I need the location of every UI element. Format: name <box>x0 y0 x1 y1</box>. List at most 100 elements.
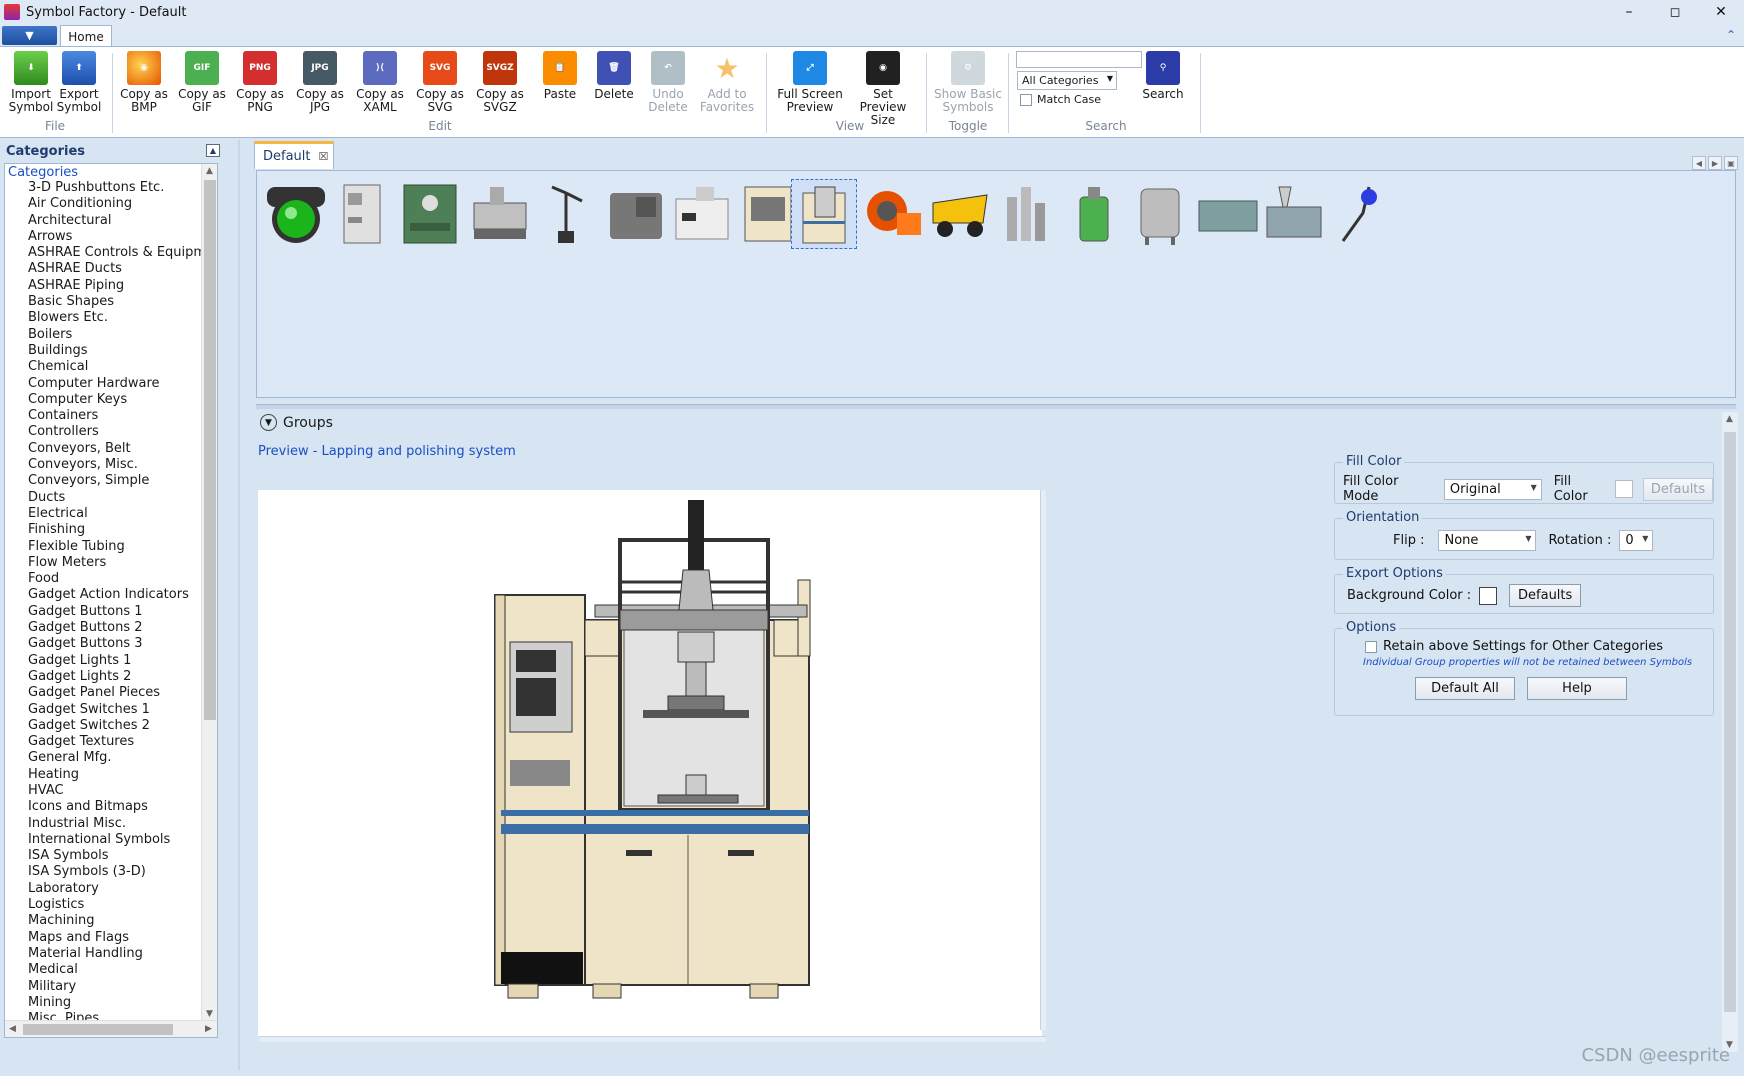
preview-horizontal-splitter[interactable] <box>260 1036 1046 1042</box>
category-item[interactable]: Architectural <box>5 213 217 229</box>
category-item[interactable]: Electrical <box>5 506 217 522</box>
fill-defaults-button[interactable]: Defaults <box>1643 477 1713 501</box>
category-item[interactable]: ASHRAE Piping <box>5 278 217 294</box>
close-icon[interactable]: ☒ <box>319 150 329 163</box>
search-input[interactable] <box>1016 51 1142 68</box>
scroll-thumb[interactable] <box>204 180 216 720</box>
categories-root-node[interactable]: Categories <box>5 164 217 180</box>
tab-home[interactable]: Home <box>60 25 112 48</box>
category-item[interactable]: Containers <box>5 408 217 424</box>
rotation-select[interactable]: 0 ▼ <box>1619 530 1654 551</box>
scroll-thumb[interactable] <box>1724 432 1736 1012</box>
category-item[interactable]: ISA Symbols (3-D) <box>5 864 217 880</box>
symbol-mixer[interactable] <box>1327 179 1393 249</box>
copy-png-button[interactable]: PNG Copy as PNG <box>234 51 286 114</box>
collapse-ribbon-icon[interactable]: ⌃ <box>1726 28 1736 42</box>
category-item[interactable]: Gadget Action Indicators <box>5 587 217 603</box>
category-item[interactable]: General Mfg. <box>5 750 217 766</box>
panel-splitter[interactable] <box>238 140 240 1070</box>
copy-gif-button[interactable]: GIF Copy as GIF <box>176 51 228 114</box>
category-item[interactable]: Medical <box>5 962 217 978</box>
category-item[interactable]: Gadget Textures <box>5 734 217 750</box>
symbol-dump-truck[interactable] <box>927 179 993 249</box>
arrow-left-icon[interactable]: ◀ <box>1692 156 1706 170</box>
category-item[interactable]: Air Conditioning <box>5 196 217 212</box>
match-case-checkbox[interactable]: Match Case <box>1020 93 1101 106</box>
help-button[interactable]: Help <box>1527 677 1627 700</box>
preview-vertical-scrollbar[interactable]: ▲ ▼ <box>1722 412 1738 1052</box>
symbol-steel-tank[interactable] <box>1127 179 1193 249</box>
symbol-refinery[interactable] <box>993 179 1059 249</box>
category-item[interactable]: Food <box>5 571 217 587</box>
symbol-lapping-polishing[interactable] <box>791 179 857 249</box>
category-item[interactable]: Machining <box>5 913 217 929</box>
symbol-injection-molder[interactable] <box>1261 179 1327 249</box>
category-item[interactable]: Gadget Lights 2 <box>5 669 217 685</box>
background-color-swatch[interactable] <box>1479 586 1498 605</box>
category-item[interactable]: Boilers <box>5 327 217 343</box>
category-item[interactable]: Gadget Switches 1 <box>5 702 217 718</box>
category-item[interactable]: Gadget Buttons 2 <box>5 620 217 636</box>
search-button[interactable]: ⚲ Search <box>1140 51 1186 101</box>
category-item[interactable]: Controllers <box>5 424 217 440</box>
undo-delete-button[interactable]: ↶ Undo Delete <box>642 51 694 114</box>
symbol-green-light[interactable] <box>263 179 329 249</box>
default-all-button[interactable]: Default All <box>1415 677 1515 700</box>
retain-settings-checkbox[interactable]: Retain above Settings for Other Categori… <box>1365 639 1663 654</box>
scroll-up-icon[interactable]: ▲ <box>206 166 213 176</box>
category-item[interactable]: ISA Symbols <box>5 848 217 864</box>
category-item[interactable]: Conveyors, Misc. <box>5 457 217 473</box>
copy-bmp-button[interactable]: ◉ Copy as BMP <box>118 51 170 114</box>
category-item[interactable]: Arrows <box>5 229 217 245</box>
category-item[interactable]: Heating <box>5 767 217 783</box>
app-menu-button[interactable]: ▼ <box>2 26 57 45</box>
copy-xaml-button[interactable]: ⟩⟨ Copy as XAML <box>354 51 406 114</box>
arrow-right-icon[interactable]: ▶ <box>1708 156 1722 170</box>
close-button[interactable]: ✕ <box>1698 0 1744 24</box>
maximize-button[interactable]: ◻ <box>1652 0 1698 24</box>
scroll-down-icon[interactable]: ▼ <box>206 1009 213 1019</box>
category-item[interactable]: Conveyors, Belt <box>5 441 217 457</box>
set-preview-size-button[interactable]: ◉ Set Preview Size <box>848 51 918 127</box>
copy-svgz-button[interactable]: SVGZ Copy as SVGZ <box>474 51 526 114</box>
add-favorites-button[interactable]: ★ Add to Favorites <box>696 51 758 114</box>
category-item[interactable]: Blowers Etc. <box>5 310 217 326</box>
category-item[interactable]: Computer Hardware <box>5 376 217 392</box>
import-symbol-button[interactable]: ⬇ Import Symbol <box>8 51 54 114</box>
copy-svg-button[interactable]: SVG Copy as SVG <box>414 51 466 114</box>
scroll-left-icon[interactable]: ◀ <box>9 1024 16 1034</box>
symbol-machine-assembly[interactable] <box>467 179 533 249</box>
category-item[interactable]: 3-D Pushbuttons Etc. <box>5 180 217 196</box>
groups-toggle[interactable]: ▼ Groups <box>260 414 333 431</box>
category-select[interactable]: All Categories ▼ <box>1017 71 1117 90</box>
category-item[interactable]: Industrial Misc. <box>5 816 217 832</box>
category-item[interactable]: Buildings <box>5 343 217 359</box>
category-item[interactable]: Ducts <box>5 490 217 506</box>
scroll-thumb[interactable] <box>23 1024 173 1035</box>
category-item[interactable]: Laboratory <box>5 881 217 897</box>
pin-icon[interactable]: ▲ <box>206 144 220 157</box>
category-item[interactable]: International Symbols <box>5 832 217 848</box>
category-item[interactable]: Chemical <box>5 359 217 375</box>
export-defaults-button[interactable]: Defaults <box>1509 584 1582 607</box>
symbol-grey-machine[interactable] <box>603 179 669 249</box>
category-item[interactable]: Icons and Bitmaps <box>5 799 217 815</box>
category-item[interactable]: Finishing <box>5 522 217 538</box>
flip-select[interactable]: None ▼ <box>1438 530 1537 551</box>
minimize-button[interactable]: – <box>1606 0 1652 24</box>
category-item[interactable]: Flow Meters <box>5 555 217 571</box>
gallery-preview-splitter[interactable] <box>256 404 1736 409</box>
category-item[interactable]: ASHRAE Controls & Equipment <box>5 245 217 261</box>
symbol-crane[interactable] <box>533 179 599 249</box>
preview-vertical-splitter[interactable] <box>1040 490 1046 1030</box>
full-screen-preview-button[interactable]: ⤢ Full Screen Preview <box>772 51 848 114</box>
category-item[interactable]: Flexible Tubing <box>5 539 217 555</box>
fill-color-mode-select[interactable]: Original ▼ <box>1443 478 1542 500</box>
copy-jpg-button[interactable]: JPG Copy as JPG <box>294 51 346 114</box>
tab-default[interactable]: Default ☒ <box>254 141 334 169</box>
scroll-up-icon[interactable]: ▲ <box>1726 414 1733 424</box>
symbol-orange-blower[interactable] <box>861 179 927 249</box>
category-item[interactable]: Gadget Switches 2 <box>5 718 217 734</box>
categories-vertical-scrollbar[interactable]: ▲ ▼ <box>201 164 217 1021</box>
category-item[interactable]: Military <box>5 979 217 995</box>
